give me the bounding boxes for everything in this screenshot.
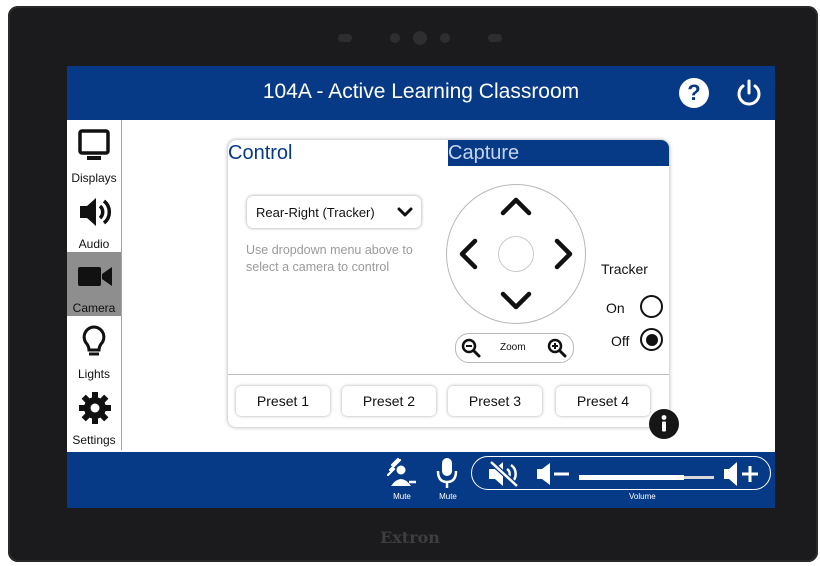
tab-control[interactable]: Control <box>228 140 448 166</box>
mute-label-2: Mute <box>439 492 457 501</box>
info-button[interactable] <box>649 409 679 439</box>
zoom-control: Zoom <box>455 333 574 363</box>
preset-divider <box>228 374 669 375</box>
touch-screen: 104A - Active Learning Classroom ? Displ… <box>67 66 775 508</box>
sidebar-item-label: Lights <box>77 367 111 381</box>
tab-capture[interactable]: Capture <box>448 140 669 166</box>
info-icon <box>661 415 667 432</box>
sidebar-item-camera[interactable]: Camera <box>67 252 121 316</box>
ptz-center-button[interactable] <box>498 236 534 272</box>
presenter-mute-button[interactable] <box>385 456 419 488</box>
sidebar-item-settings[interactable]: Settings <box>67 384 121 448</box>
sidebar: Displays Audio Camera Lights Settings <box>67 120 122 450</box>
speaker-icon <box>80 198 112 226</box>
top-bar: 104A - Active Learning Classroom ? <box>67 66 775 120</box>
sensor-dot-2 <box>440 33 450 43</box>
mute-label-1: Mute <box>393 492 411 501</box>
sidebar-item-displays[interactable]: Displays <box>67 122 121 186</box>
volume-up-button[interactable] <box>722 460 762 488</box>
sidebar-item-audio[interactable]: Audio <box>67 188 121 252</box>
preset-2-button[interactable]: Preset 2 <box>342 386 436 416</box>
preset-4-button[interactable]: Preset 4 <box>556 386 650 416</box>
camera-control-panel: Control Capture Rear-Right (Tracker) Use… <box>228 140 669 427</box>
tracker-off-radio[interactable] <box>640 328 663 351</box>
zoom-in-button[interactable] <box>547 338 567 358</box>
sidebar-item-lights[interactable]: Lights <box>67 318 121 382</box>
bottom-bar: Mute Mute Volume <box>67 452 775 508</box>
video-camera-icon <box>78 267 112 286</box>
volume-slider[interactable] <box>579 475 714 480</box>
zoom-out-button[interactable] <box>461 338 481 358</box>
pan-left-button[interactable] <box>457 238 479 270</box>
sensor-dot-1 <box>390 33 400 43</box>
camera-select-hint: Use dropdown menu above to select a came… <box>246 243 413 274</box>
tracker-on-radio[interactable] <box>640 295 663 318</box>
sidebar-item-label: Displays <box>71 171 117 185</box>
tracker-on-label: On <box>606 300 625 316</box>
tilt-down-button[interactable] <box>500 290 532 312</box>
power-button[interactable] <box>734 78 764 108</box>
sensor-left <box>338 34 352 42</box>
pan-right-button[interactable] <box>553 238 575 270</box>
help-button[interactable]: ? <box>679 78 709 108</box>
monitor-icon <box>78 129 110 160</box>
sidebar-item-label: Camera <box>72 301 116 315</box>
ptz-direction-pad <box>446 184 586 324</box>
microphone-mute-button[interactable] <box>434 456 460 490</box>
preset-1-button[interactable]: Preset 1 <box>236 386 330 416</box>
tilt-up-button[interactable] <box>500 195 532 217</box>
preset-3-button[interactable]: Preset 3 <box>448 386 542 416</box>
camera-lens <box>413 31 427 45</box>
camera-tabs: Control Capture <box>228 140 669 166</box>
tracker-label: Tracker <box>601 261 648 277</box>
sidebar-item-label: Settings <box>72 433 116 447</box>
sensor-right <box>488 34 502 42</box>
sidebar-item-label: Audio <box>78 237 110 251</box>
room-title: 104A - Active Learning Classroom <box>262 80 580 103</box>
camera-select-dropdown[interactable]: Rear-Right (Tracker) <box>247 196 421 228</box>
camera-select-value: Rear-Right (Tracker) <box>256 205 375 220</box>
chevron-down-icon <box>397 207 413 217</box>
volume-mute-button[interactable] <box>487 460 521 488</box>
volume-slider-fill <box>579 475 685 480</box>
brand-logo: Extron <box>380 528 440 547</box>
gear-icon <box>79 392 111 424</box>
volume-down-button[interactable] <box>535 462 571 486</box>
volume-label: Volume <box>629 492 656 501</box>
tracker-off-label: Off <box>611 333 630 349</box>
lightbulb-icon <box>82 325 106 356</box>
zoom-label: Zoom <box>500 342 526 353</box>
